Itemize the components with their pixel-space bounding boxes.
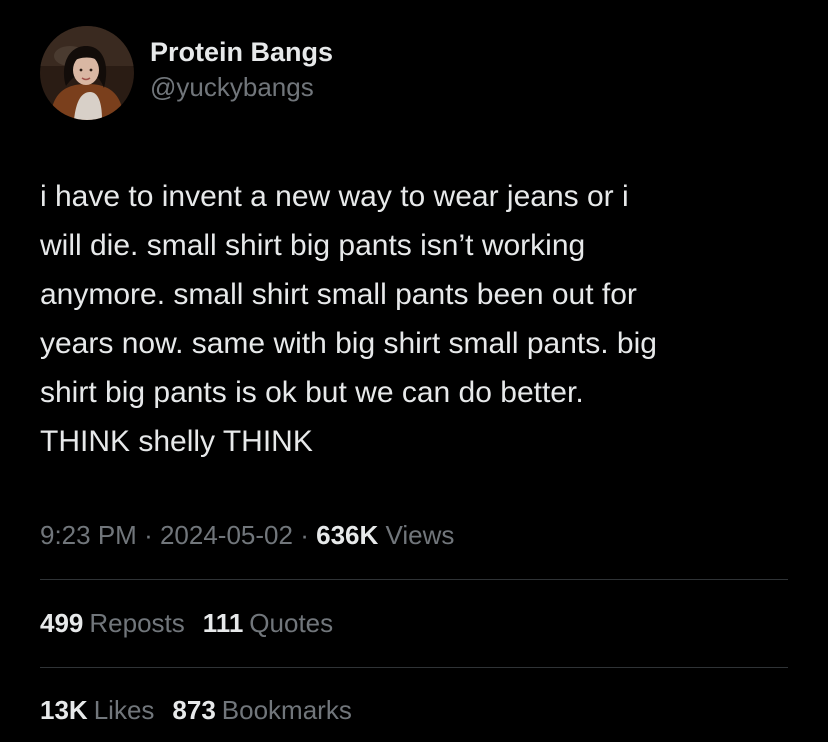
avatar-photo-icon <box>40 26 134 120</box>
divider <box>40 579 788 580</box>
stats-row-likes: 13K Likes 873 Bookmarks <box>40 690 370 730</box>
divider <box>40 667 788 668</box>
views-label: Views <box>385 520 455 550</box>
avatar[interactable] <box>40 26 134 120</box>
stats-row-reposts: 499 Reposts 111 Quotes <box>40 603 351 643</box>
tweet-time[interactable]: 9:23 PM <box>40 520 137 550</box>
meta-separator: · <box>300 520 309 550</box>
likes-stat[interactable]: 13K Likes <box>40 690 154 730</box>
likes-label: Likes <box>93 695 155 725</box>
tweet-meta: 9:23 PM · 2024-05-02 · 636K Views <box>40 515 454 555</box>
reposts-stat[interactable]: 499 Reposts <box>40 603 185 643</box>
display-name[interactable]: Protein Bangs <box>150 34 333 70</box>
likes-count: 13K <box>40 695 88 725</box>
reposts-count: 499 <box>40 608 84 638</box>
tweet-text: i have to invent a new way to wear jeans… <box>40 180 657 458</box>
tweet-detail: Protein Bangs @yuckybangs i have to inve… <box>0 0 828 742</box>
tweet-header: Protein Bangs @yuckybangs <box>40 26 333 120</box>
user-names: Protein Bangs @yuckybangs <box>150 34 333 104</box>
tweet-date[interactable]: 2024-05-02 <box>160 520 293 550</box>
quotes-label: Quotes <box>249 608 334 638</box>
meta-separator: · <box>144 520 153 550</box>
quotes-count: 111 <box>202 608 244 638</box>
bookmarks-count: 873 <box>172 695 216 725</box>
bookmarks-label: Bookmarks <box>221 695 352 725</box>
user-handle[interactable]: @yuckybangs <box>150 70 333 104</box>
bookmarks-stat[interactable]: 873 Bookmarks <box>172 690 351 730</box>
views-count: 636K <box>316 520 379 550</box>
quotes-stat[interactable]: 111 Quotes <box>203 603 333 643</box>
reposts-label: Reposts <box>89 608 185 638</box>
